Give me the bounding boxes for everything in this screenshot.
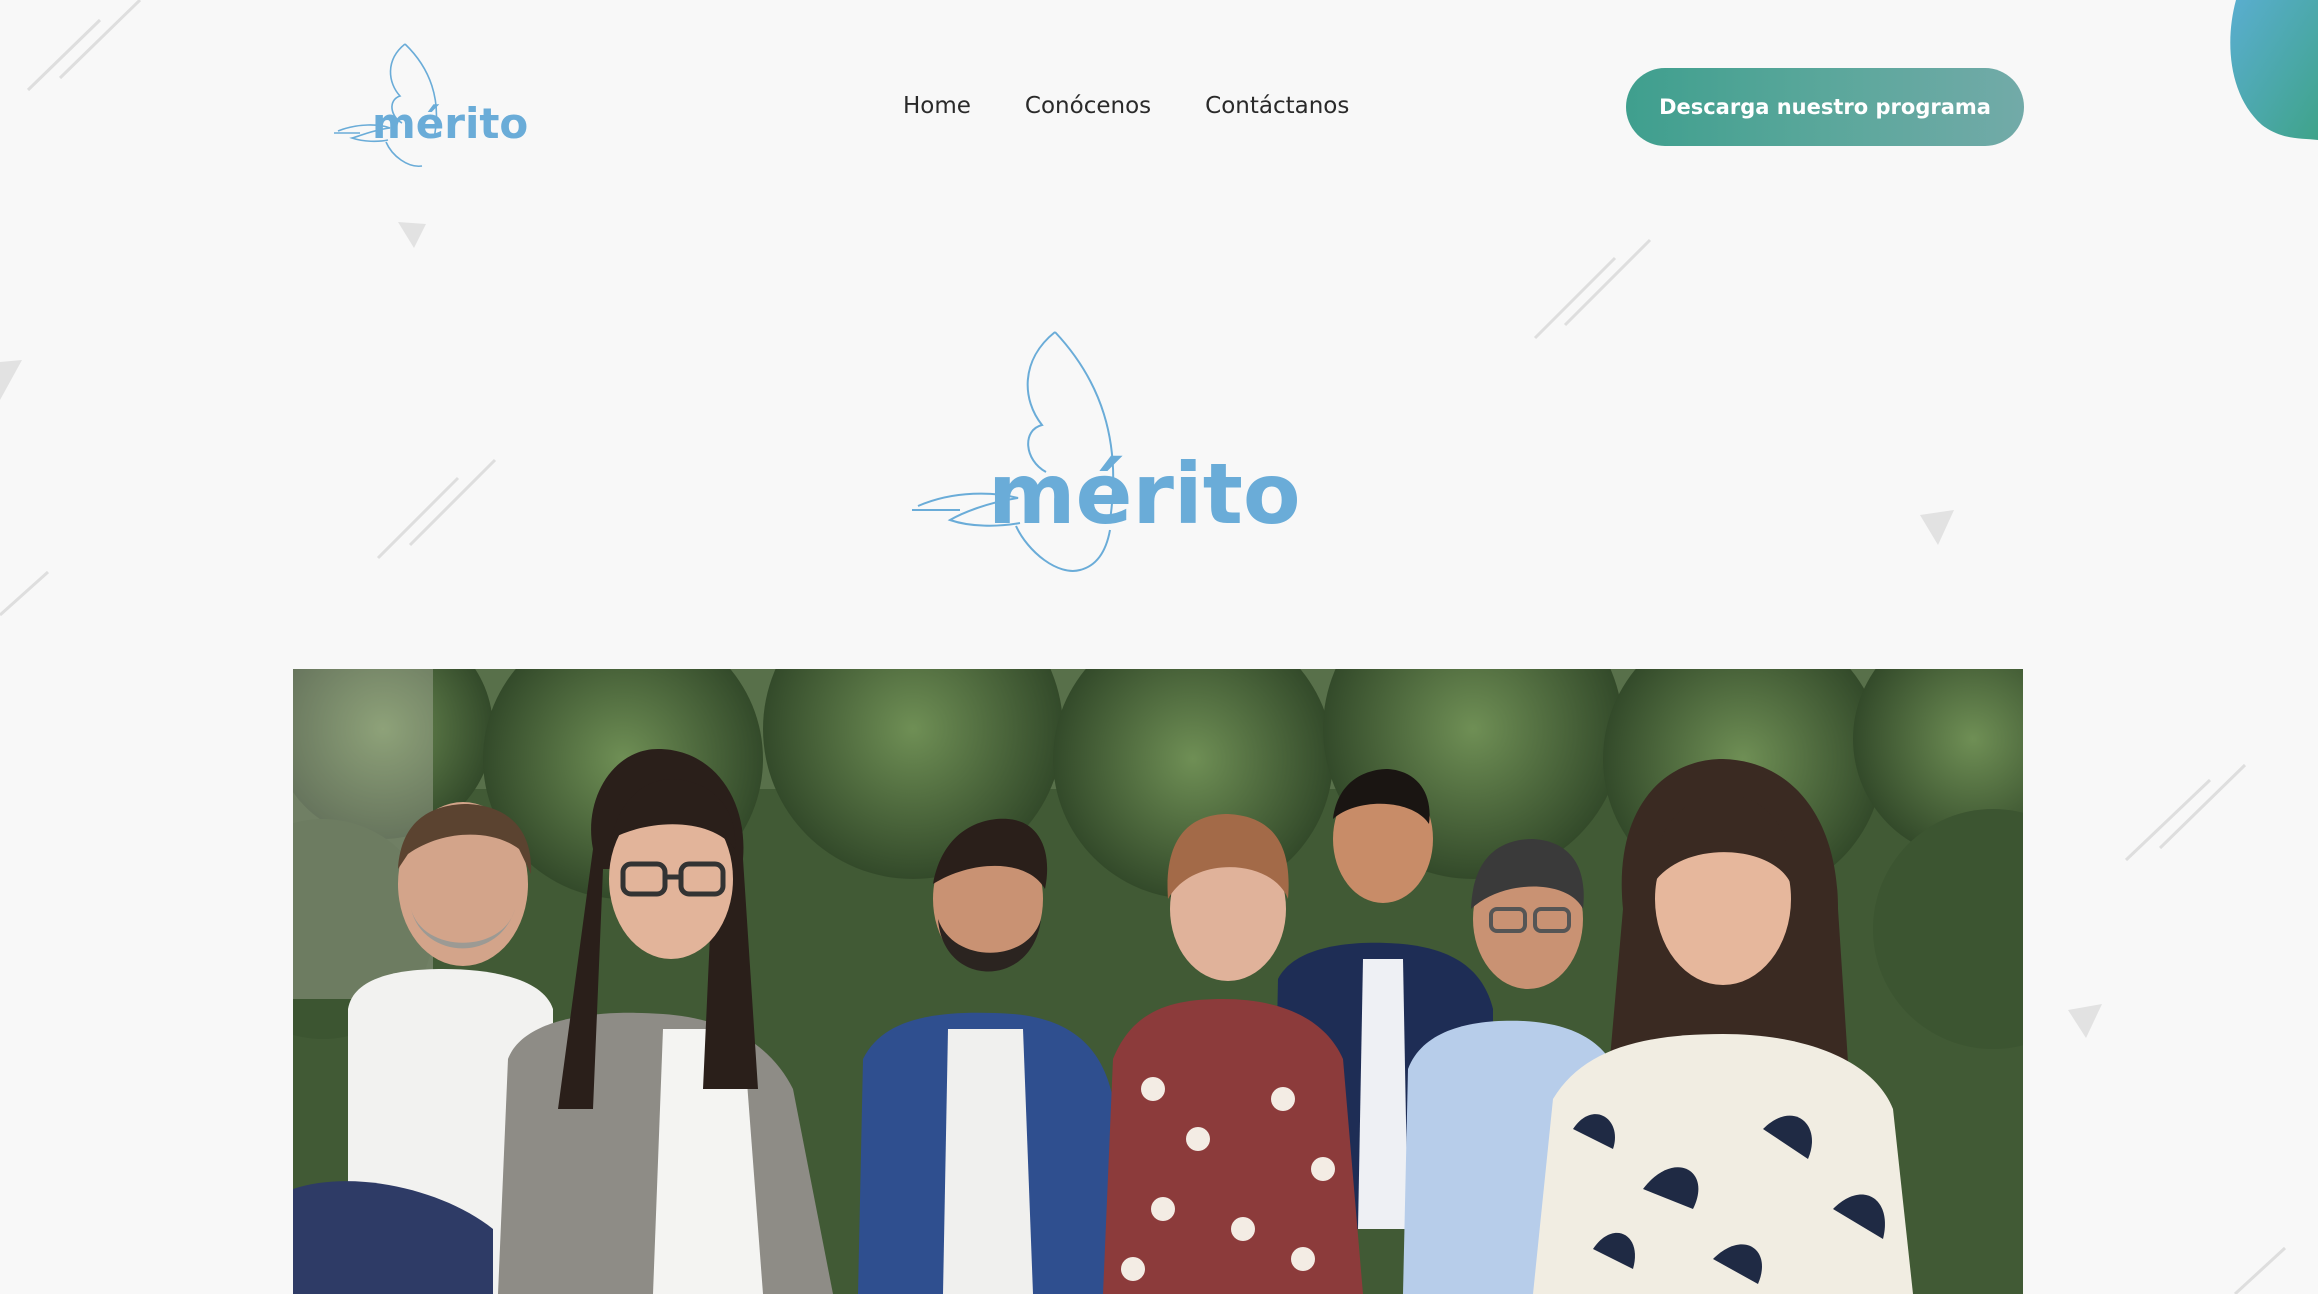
page: mérito Home Conócenos Contáctanos Descar… (0, 0, 2318, 1294)
team-photo (293, 669, 2023, 1294)
nav-conocenos[interactable]: Conócenos (1025, 93, 1151, 119)
wing-logo-icon: mérito (912, 331, 1301, 572)
header-logo-text: mérito (372, 99, 528, 148)
wing-logo-icon: mérito (334, 43, 528, 167)
hero-logo: mérito (910, 320, 1301, 590)
nav-home[interactable]: Home (903, 93, 971, 119)
download-program-button[interactable]: Descarga nuestro programa (1626, 68, 2024, 146)
header-logo[interactable]: mérito (330, 38, 528, 173)
main-nav: Home Conócenos Contáctanos (903, 88, 1349, 124)
nav-contactanos[interactable]: Contáctanos (1205, 93, 1349, 119)
hero-logo-text: mérito (988, 445, 1301, 543)
corner-blob-shape (2230, 0, 2318, 140)
